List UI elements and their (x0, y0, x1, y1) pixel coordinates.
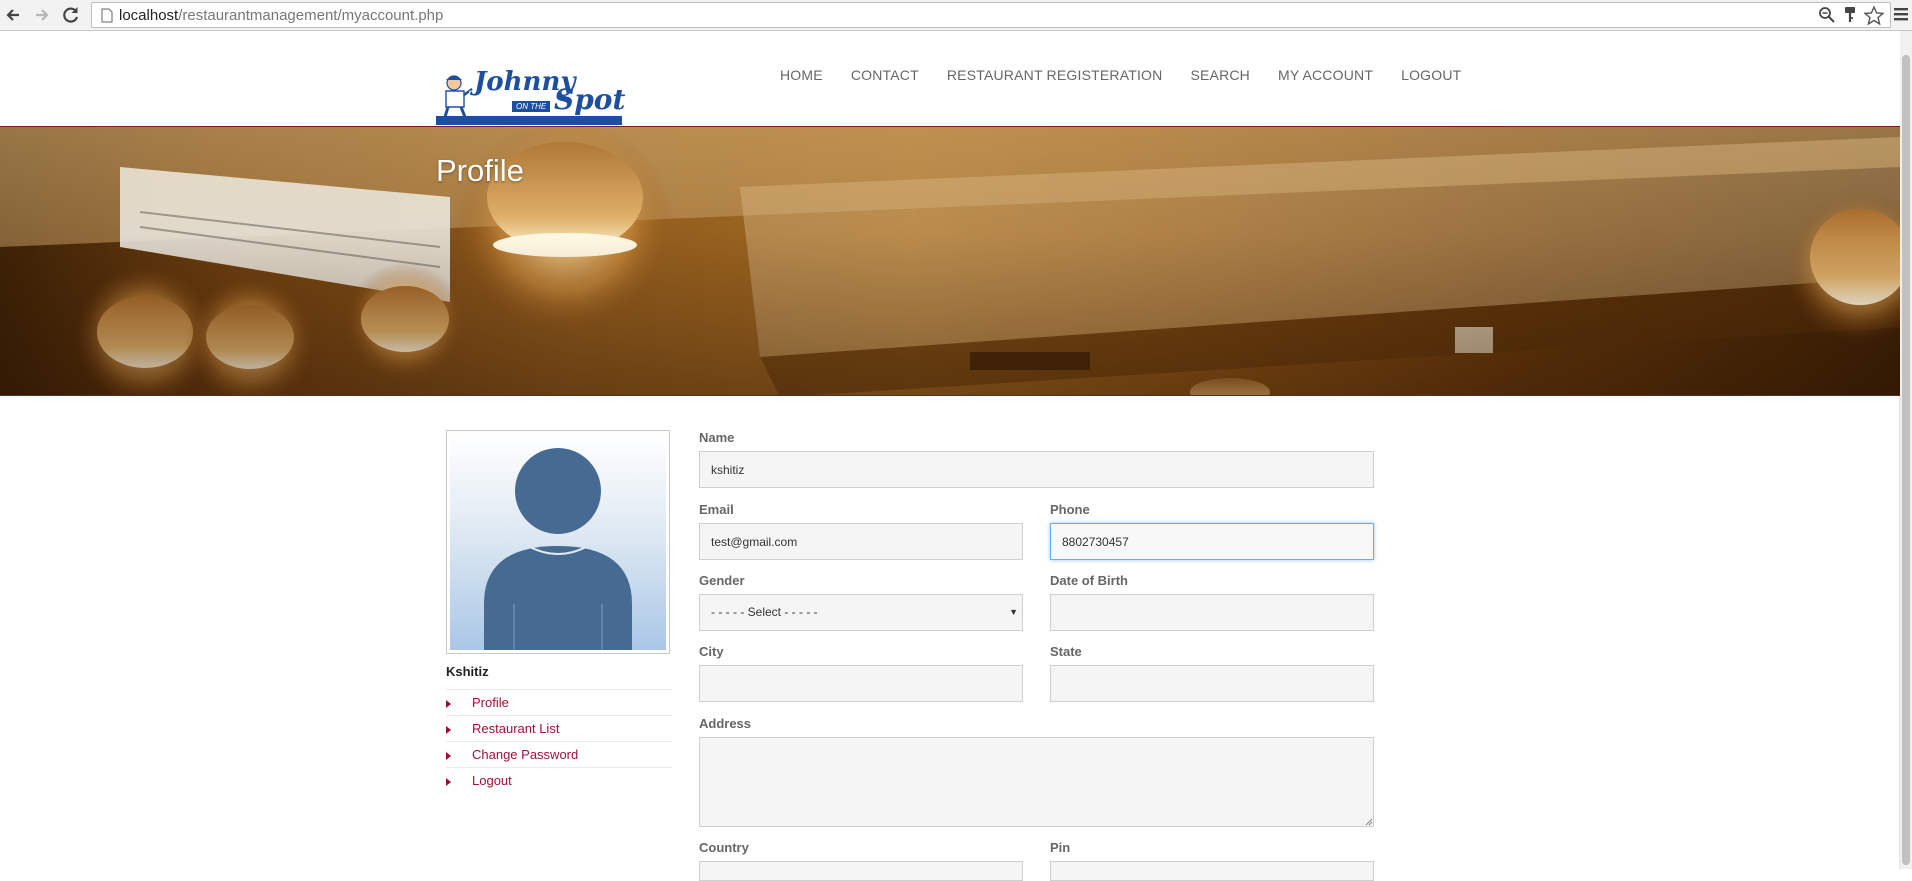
logo-tagline: ON THE (512, 101, 551, 112)
name-field[interactable] (699, 451, 1374, 488)
caret-right-icon (446, 778, 451, 786)
back-icon[interactable] (3, 4, 25, 26)
page-title: Profile (436, 153, 524, 188)
zoom-icon[interactable] (1818, 6, 1836, 24)
user-silhouette-icon (484, 448, 632, 650)
caret-right-icon (446, 752, 451, 760)
address-wrapper (699, 737, 1374, 827)
nav-logout[interactable]: LOGOUT (1401, 67, 1461, 83)
menu-link-profile[interactable]: Profile (472, 695, 509, 710)
email-field[interactable] (699, 523, 1023, 560)
menu-icon[interactable] (1894, 6, 1908, 22)
caret-right-icon (446, 700, 451, 708)
resize-handle-icon[interactable] (1365, 818, 1373, 826)
nav-search[interactable]: SEARCH (1190, 67, 1250, 83)
gender-label: Gender (699, 573, 745, 588)
country-label: Country (699, 840, 749, 855)
menu-item-logout[interactable]: Logout (446, 767, 672, 793)
menu-link-logout[interactable]: Logout (472, 773, 512, 788)
phone-field[interactable] (1050, 523, 1374, 560)
logo-word-spot: Spot (554, 83, 626, 116)
dropdown-arrow-icon: ▼ (1009, 607, 1018, 617)
user-name: Kshitiz (446, 664, 489, 679)
city-field[interactable] (699, 665, 1023, 702)
menu-link-restaurant-list[interactable]: Restaurant List (472, 721, 559, 736)
scrollbar-thumb[interactable] (1902, 55, 1910, 865)
url-host: localhost (119, 7, 179, 24)
email-label: Email (699, 502, 734, 517)
site-logo[interactable]: Johnny ON THE Spot (436, 65, 626, 125)
account-menu: Profile Restaurant List Change Password … (446, 689, 672, 793)
state-field[interactable] (1050, 665, 1374, 702)
date-of-birth-field[interactable] (1050, 594, 1374, 631)
reload-icon[interactable] (60, 4, 82, 26)
menu-item-restaurant-list[interactable]: Restaurant List (446, 715, 672, 741)
phone-label: Phone (1050, 502, 1090, 517)
nav-contact[interactable]: CONTACT (851, 67, 919, 83)
nav-my-account[interactable]: MY ACCOUNT (1278, 67, 1373, 83)
page-scrollbar[interactable] (1899, 31, 1912, 869)
url-path: /restaurantmanagement/myaccount.php (178, 7, 444, 24)
address-label: Address (699, 716, 752, 731)
caret-right-icon (446, 726, 451, 734)
gender-select[interactable]: - - - - - Select - - - - - ▼ (699, 594, 1023, 631)
star-icon[interactable] (1864, 6, 1884, 25)
menu-item-change-password[interactable]: Change Password (446, 741, 672, 767)
pin-label: Pin (1050, 840, 1071, 855)
main-nav: HOME CONTACT RESTAURANT REGISTERATION SE… (780, 67, 1489, 83)
nav-restaurant-registration[interactable]: RESTAURANT REGISTERATION (947, 67, 1163, 83)
pin-field[interactable] (1050, 861, 1374, 881)
page-banner: Profile (0, 126, 1900, 396)
page-icon (101, 8, 113, 23)
name-label: Name (699, 430, 735, 445)
key-icon[interactable] (1842, 6, 1858, 24)
banner-overlay (0, 127, 1900, 395)
mascot-icon (443, 75, 473, 118)
nav-home[interactable]: HOME (780, 67, 823, 83)
address-bar[interactable]: localhost/restaurantmanagement/myaccount… (91, 2, 1891, 28)
address-field[interactable] (699, 737, 1374, 827)
gender-selected-value: - - - - - Select - - - - - (711, 605, 818, 619)
url-text[interactable]: localhost/restaurantmanagement/myaccount… (119, 7, 443, 24)
browser-toolbar: localhost/restaurantmanagement/myaccount… (0, 0, 1912, 31)
state-label: State (1050, 644, 1082, 659)
dob-label: Date of Birth (1050, 573, 1128, 588)
avatar (446, 430, 670, 654)
country-field[interactable] (699, 861, 1023, 881)
site-header: Johnny ON THE Spot HOME CONTACT RESTAURA… (0, 31, 1900, 126)
menu-link-change-password[interactable]: Change Password (472, 747, 578, 762)
menu-item-profile[interactable]: Profile (446, 689, 672, 715)
logo-band (436, 116, 622, 125)
city-label: City (699, 644, 724, 659)
forward-icon[interactable] (31, 4, 53, 26)
